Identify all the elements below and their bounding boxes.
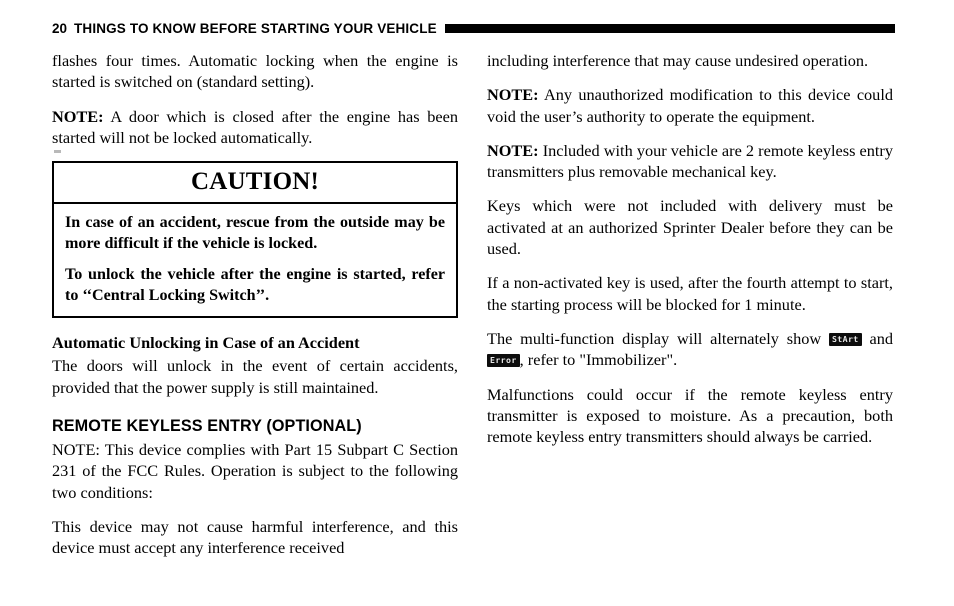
note-body: Included with your vehicle are 2 remote … [487,140,893,182]
caution-body: In case of an accident, rescue from the … [54,204,456,316]
paragraph-including-interference: including interference that may cause un… [487,51,869,70]
paragraph-malfunctions-moisture: Malfunctions could occur if the remote k… [487,384,893,447]
note-included-transmitters: NOTE: Included with your vehicle are 2 r… [487,140,893,183]
subheading-automatic-unlocking: Automatic Unlocking in Case of an Accide… [52,333,360,353]
caution-paragraph-rescue: In case of an accident, rescue from the … [65,214,445,252]
section-heading-remote-keyless-entry: REMOTE KEYLESS ENTRY (OPTIONAL) [52,417,362,436]
paragraph-keys-activation: Keys which were not included with delive… [487,196,893,259]
note-label: NOTE: [487,85,539,105]
note-body: Any unauthorized modification to this de… [487,85,893,126]
display-text-lead: The multi-function display will alternat… [487,328,829,348]
caution-box: CAUTION! In case of an accident, rescue … [52,150,458,319]
note-body: A door which is closed after the engine … [52,106,458,147]
scan-artifact-speck [54,150,61,154]
paragraph-doors-unlock: The doors will unlock in the event of ce… [52,356,458,397]
paragraph-flashes-four-times: flashes four times. Automatic locking wh… [52,51,458,92]
note-label: NOTE: [52,106,104,126]
display-text-conjunction: and [861,328,893,348]
caution-paragraph-unlock: To unlock the vehicle after the engine i… [65,266,445,304]
display-text-tail: , refer to "Immobilizer". [519,350,678,370]
header-title: THINGS TO KNOW BEFORE STARTING YOUR VEHI… [74,20,437,36]
manual-page: 20 THINGS TO KNOW BEFORE STARTING YOUR V… [0,0,954,606]
left-column: flashes four times. Automatic locking wh… [52,50,458,559]
header-rule [444,24,895,33]
caution-title: CAUTION! [54,163,456,205]
paragraph-fcc-conditions: This device may not cause harmful interf… [52,516,458,558]
paragraph-multifunction-display: The multi-function display will alternat… [487,328,893,371]
paragraph-non-activated-key: If a non-activated key is used, after th… [487,273,893,314]
right-column: including interference that may cause un… [487,50,893,447]
note-unauthorized-modification: NOTE: Any unauthorized modification to t… [487,84,893,127]
lcd-badge-error-icon: Error [487,354,520,368]
paragraph-fcc-compliance: NOTE: This device complies with Part 15 … [52,440,458,502]
note-door-closed: NOTE: A door which is closed after the e… [52,106,458,149]
lcd-badge-start-icon: StArt [828,332,862,346]
note-label: NOTE: [487,140,539,160]
page-number: 20 [52,20,68,36]
page-header: 20 THINGS TO KNOW BEFORE STARTING YOUR V… [52,18,895,38]
